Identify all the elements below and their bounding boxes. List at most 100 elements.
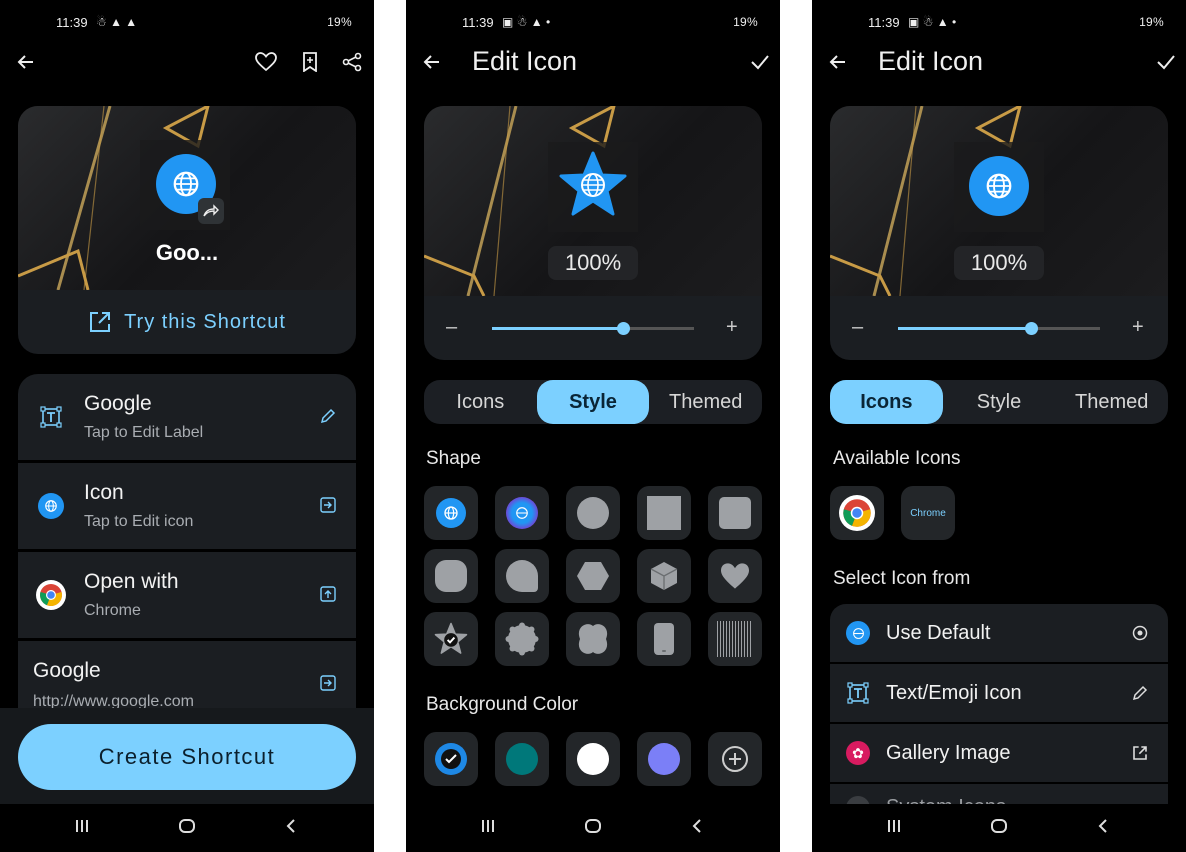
scale-slider[interactable] bbox=[898, 322, 1100, 335]
shape-squircle-option[interactable] bbox=[424, 549, 478, 603]
preview-label: Goo... bbox=[155, 240, 219, 265]
row-title: Google bbox=[33, 659, 101, 682]
navigation-bar bbox=[406, 804, 780, 852]
open-with-row[interactable]: Open with Chrome bbox=[18, 552, 356, 638]
bg-color-option-blue-selected[interactable] bbox=[424, 732, 478, 786]
shape-star-option-selected[interactable] bbox=[424, 612, 478, 666]
favorite-heart-icon[interactable] bbox=[252, 48, 280, 76]
open-external-icon bbox=[1132, 745, 1148, 766]
tab-style[interactable]: Style bbox=[943, 380, 1056, 424]
back-icon[interactable] bbox=[284, 818, 298, 839]
recents-icon[interactable] bbox=[74, 818, 90, 839]
slider-handle[interactable] bbox=[1025, 322, 1039, 335]
edit-icon-icons-screen: 11:39 ▣ ☃ ▲ • 19% Edit Icon 100% – + Ico… bbox=[812, 0, 1186, 852]
tab-themed[interactable]: Themed bbox=[649, 380, 762, 424]
shape-hexagon-option[interactable] bbox=[566, 549, 620, 603]
open-external-icon bbox=[90, 312, 111, 332]
label-row[interactable]: Google Tap to Edit Label bbox=[18, 374, 356, 460]
recents-icon[interactable] bbox=[886, 818, 902, 839]
shape-heart-option[interactable] bbox=[708, 549, 762, 603]
notification-icons: ☃ ▲ ▲ bbox=[96, 15, 138, 29]
gallery-image-option[interactable]: ✿ Gallery Image bbox=[830, 724, 1168, 782]
home-icon[interactable] bbox=[990, 818, 1008, 839]
wallpaper-preview: 100% bbox=[424, 106, 762, 296]
decrease-icon[interactable]: – bbox=[446, 316, 457, 339]
shape-gradient-circle-option[interactable] bbox=[495, 486, 549, 540]
bg-color-option-teal[interactable] bbox=[495, 732, 549, 786]
bookmark-icon[interactable] bbox=[296, 48, 324, 76]
bg-color-option-purple[interactable] bbox=[637, 732, 691, 786]
notification-icons: ▣ ☃ ▲ • bbox=[502, 15, 551, 29]
check-icon[interactable] bbox=[1152, 48, 1180, 76]
shape-phone-option[interactable] bbox=[637, 612, 691, 666]
custom-pattern-icon bbox=[717, 621, 753, 657]
scale-percent: 100% bbox=[954, 246, 1044, 280]
check-icon[interactable] bbox=[746, 48, 774, 76]
row-subtitle: Tap to Edit icon bbox=[84, 513, 194, 530]
text-emoji-icon-option[interactable]: Text/Emoji Icon bbox=[830, 664, 1168, 722]
back-icon[interactable] bbox=[1096, 818, 1110, 839]
back-icon[interactable] bbox=[690, 818, 704, 839]
hexagon-shape-icon bbox=[577, 562, 609, 590]
tab-icons[interactable]: Icons bbox=[830, 380, 943, 424]
try-shortcut-button[interactable]: Try this Shortcut bbox=[18, 290, 356, 354]
shape-square-option[interactable] bbox=[637, 486, 691, 540]
home-icon[interactable] bbox=[178, 818, 196, 839]
available-chrome-icon-option[interactable] bbox=[830, 486, 884, 540]
add-color-button[interactable] bbox=[708, 732, 762, 786]
radio-selected-icon bbox=[1132, 625, 1148, 646]
recents-icon[interactable] bbox=[480, 818, 496, 839]
status-time: 11:39 bbox=[868, 15, 900, 30]
back-arrow-icon[interactable] bbox=[824, 48, 852, 76]
shape-heading: Shape bbox=[426, 448, 481, 469]
available-chrome-text-option[interactable]: Chrome bbox=[901, 486, 955, 540]
edit-pencil-icon bbox=[1132, 685, 1148, 706]
system-icons-option[interactable]: System Icons bbox=[830, 784, 1168, 806]
bg-color-option-white[interactable] bbox=[566, 732, 620, 786]
tab-icons[interactable]: Icons bbox=[424, 380, 537, 424]
icon-preview-card: 100% – + bbox=[424, 106, 762, 360]
globe-icon bbox=[506, 497, 538, 529]
shape-teardrop-option[interactable] bbox=[495, 549, 549, 603]
home-icon[interactable] bbox=[584, 818, 602, 839]
heart-shape-icon bbox=[721, 563, 749, 589]
shape-scalloped-option[interactable] bbox=[495, 612, 549, 666]
page-title: Edit Icon bbox=[472, 46, 578, 76]
row-title: Google bbox=[84, 392, 152, 415]
wallpaper-preview: 100% bbox=[830, 106, 1168, 296]
shape-custom-option[interactable] bbox=[708, 612, 762, 666]
option-label: Text/Emoji Icon bbox=[886, 682, 1022, 704]
row-title: Icon bbox=[84, 481, 124, 504]
squircle-shape-icon bbox=[435, 560, 467, 592]
back-arrow-icon[interactable] bbox=[12, 48, 40, 76]
status-bar: 11:39 ▣ ☃ ▲ • 19% bbox=[406, 12, 780, 34]
scale-percent: 100% bbox=[548, 246, 638, 280]
shape-clover-option[interactable] bbox=[566, 612, 620, 666]
slider-fill bbox=[898, 327, 1032, 330]
shortcut-arrow-icon bbox=[198, 198, 224, 224]
star-shaped-globe-icon bbox=[558, 150, 628, 225]
status-bar: 11:39 ▣ ☃ ▲ • 19% bbox=[812, 12, 1186, 34]
icon-row[interactable]: Icon Tap to Edit icon bbox=[18, 463, 356, 549]
shape-rounded-square-option[interactable] bbox=[708, 486, 762, 540]
chrome-icon bbox=[839, 495, 875, 531]
create-shortcut-button[interactable]: Create Shortcut bbox=[18, 724, 356, 790]
use-default-option[interactable]: Use Default bbox=[830, 604, 1168, 662]
increase-icon[interactable]: + bbox=[726, 316, 738, 339]
tab-style[interactable]: Style bbox=[536, 380, 650, 424]
globe-icon bbox=[969, 156, 1029, 216]
back-arrow-icon[interactable] bbox=[418, 48, 446, 76]
decrease-icon[interactable]: – bbox=[852, 316, 863, 339]
target-url-row[interactable]: Google http://www.google.com bbox=[18, 641, 356, 711]
shape-default-option[interactable] bbox=[424, 486, 478, 540]
tab-themed[interactable]: Themed bbox=[1055, 380, 1168, 424]
globe-icon bbox=[846, 621, 870, 645]
share-icon[interactable] bbox=[338, 48, 366, 76]
slider-handle[interactable] bbox=[617, 322, 631, 335]
shape-circle-option[interactable] bbox=[566, 486, 620, 540]
teal-swatch bbox=[506, 743, 538, 775]
shape-cube-option[interactable] bbox=[637, 549, 691, 603]
teardrop-shape-icon bbox=[506, 560, 538, 592]
increase-icon[interactable]: + bbox=[1132, 316, 1144, 339]
scale-slider[interactable] bbox=[492, 322, 694, 335]
